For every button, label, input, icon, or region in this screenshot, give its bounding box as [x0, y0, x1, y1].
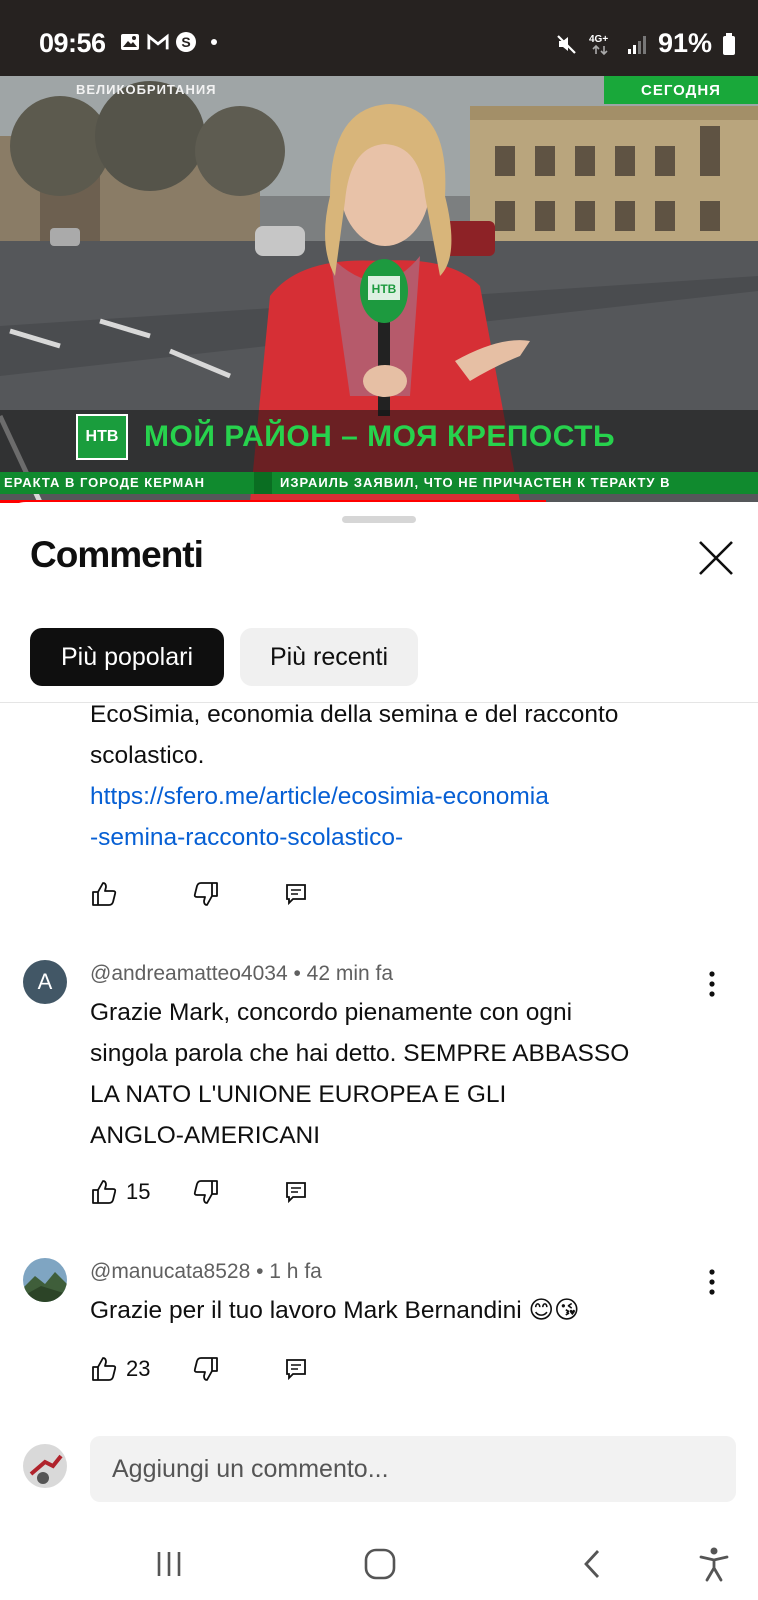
add-comment-input[interactable]: Aggiungi un commento...	[90, 1436, 736, 1502]
network-4g-icon: 4G+	[588, 33, 616, 55]
comment-time: 1 h fa	[269, 1260, 322, 1283]
gmail-icon	[147, 31, 169, 53]
status-time: 09:56	[39, 28, 106, 58]
thumbs-up-icon	[92, 882, 117, 906]
kebab-menu-icon	[709, 1269, 715, 1295]
avatar[interactable]	[23, 1258, 67, 1302]
thumbs-down-icon	[193, 1357, 218, 1381]
gallery-icon	[119, 31, 141, 53]
battery-percentage: 91%	[657, 28, 712, 58]
home-icon	[364, 1548, 396, 1580]
avatar[interactable]: A	[23, 960, 67, 1004]
recent-apps-button[interactable]	[145, 1542, 193, 1586]
status-bar: 09:56 S 4G+ 91%	[0, 0, 758, 76]
recent-apps-icon	[157, 1552, 181, 1576]
comment-time: 42 min fa	[306, 962, 394, 985]
thumbs-down-icon	[193, 1180, 218, 1204]
svg-text:4G+: 4G+	[589, 34, 608, 45]
comment-text: EcoSimia, economia della semina e del ra…	[90, 694, 618, 858]
close-icon	[699, 541, 733, 575]
video-news-ticker: ЕРАКТА В ГОРОДЕ КЕРМАН ИЗРАИЛЬ ЗАЯВИЛ, Ч…	[0, 472, 758, 494]
like-count: 23	[126, 1356, 151, 1381]
dislike-button[interactable]	[192, 1178, 220, 1206]
accessibility-icon	[699, 1547, 729, 1582]
mute-icon	[556, 33, 578, 55]
accessibility-button[interactable]	[690, 1542, 738, 1586]
filter-chip-popular[interactable]: Più popolari	[30, 628, 224, 686]
reply-button[interactable]	[284, 1180, 308, 1204]
skype-icon: S	[175, 31, 197, 53]
ticker-right-text: ИЗРАИЛЬ ЗАЯВИЛ, ЧТО НЕ ПРИЧАСТЕН К ТЕРАК…	[280, 475, 671, 490]
reply-icon	[286, 884, 306, 906]
like-count: 15	[126, 1179, 151, 1204]
video-headline: МОЙ РАЙОН – МОЯ КРЕПОСТЬ	[144, 420, 616, 453]
thumbs-down-icon	[193, 882, 218, 906]
like-button[interactable]: 23	[90, 1355, 150, 1383]
comment-text: Grazie Mark, concordo pienamente con ogn…	[90, 999, 630, 1149]
comment-text: Grazie per il tuo lavoro Mark Bernandini…	[90, 1297, 580, 1324]
thumbs-up-icon	[92, 1357, 117, 1381]
like-button[interactable]	[90, 880, 118, 908]
comment-meta: @andreamatteo4034 • 42 min fa	[90, 962, 394, 985]
drag-handle[interactable]	[342, 516, 416, 523]
signal-icon	[626, 33, 648, 55]
user-avatar-icon	[23, 1444, 67, 1488]
like-button[interactable]: 15	[90, 1178, 150, 1206]
reply-button[interactable]	[284, 1357, 308, 1381]
dislike-button[interactable]	[192, 880, 220, 908]
ntv-logo-icon: НТВ	[76, 414, 128, 460]
comments-title: Commenti	[30, 534, 204, 575]
video-country-caption: ВЕЛИКОБРИТАНИЯ	[76, 82, 217, 97]
back-button[interactable]	[568, 1542, 616, 1586]
comment-author[interactable]: @andreamatteo4034	[90, 962, 288, 985]
close-button[interactable]	[694, 536, 738, 580]
landscape-avatar-icon	[23, 1258, 67, 1302]
kebab-menu-icon	[709, 971, 715, 997]
dislike-button[interactable]	[192, 1355, 220, 1383]
more-options-button[interactable]	[700, 1262, 724, 1302]
reply-icon	[286, 1359, 306, 1381]
add-comment-bar: Aggiungi un commento...	[0, 1422, 758, 1530]
reply-icon	[286, 1182, 306, 1204]
ticker-left-text: ЕРАКТА В ГОРОДЕ КЕРМАН	[4, 475, 205, 490]
svg-text:S: S	[181, 34, 190, 50]
dot-icon	[203, 31, 225, 53]
home-button[interactable]	[356, 1542, 404, 1586]
filter-chip-recent[interactable]: Più recenti	[240, 628, 418, 686]
user-avatar[interactable]	[23, 1444, 67, 1488]
back-icon	[584, 1550, 600, 1578]
comment-meta: @manucata8528 • 1 h fa	[90, 1260, 322, 1283]
more-options-button[interactable]	[700, 964, 724, 1004]
thumbs-up-icon	[92, 1180, 117, 1204]
comment-link[interactable]: https://sfero.me/article/ecosimia-econom…	[90, 776, 618, 858]
video-player[interactable]: НТВ ВЕЛИКОБРИТАНИЯ СЕГОДНЯ НТВ МОЙ РАЙОН…	[0, 76, 758, 502]
system-nav-bar	[0, 1530, 758, 1600]
reply-button[interactable]	[284, 882, 308, 906]
comment-author[interactable]: @manucata8528	[90, 1260, 250, 1283]
battery-icon	[722, 32, 736, 55]
ticker-separator	[254, 472, 272, 494]
video-today-badge: СЕГОДНЯ	[604, 76, 758, 104]
svg-text:НТВ: НТВ	[372, 282, 397, 296]
